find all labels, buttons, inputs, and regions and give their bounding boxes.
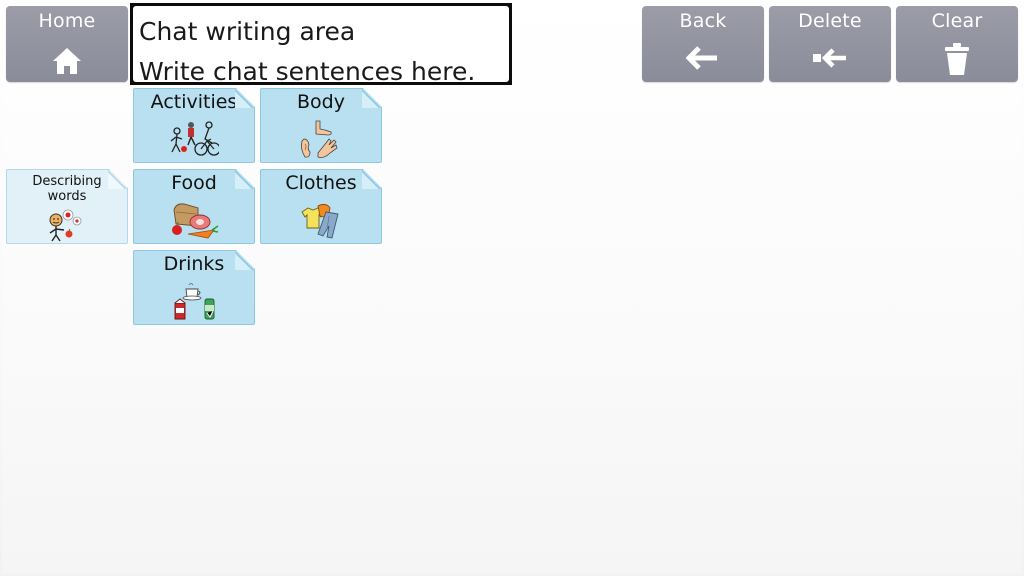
home-button[interactable]: Home xyxy=(6,6,128,82)
chat-text-field[interactable]: Chat writing area Write chat sentences h… xyxy=(133,6,509,82)
activities-icon xyxy=(134,119,254,159)
describing-words-icon xyxy=(7,208,127,242)
category-clothes[interactable]: Clothes xyxy=(260,169,382,244)
arrow-left-icon xyxy=(642,46,764,70)
category-describing-words[interactable]: Describing words xyxy=(6,169,128,244)
food-icon xyxy=(134,200,254,240)
chat-line-1: Chat writing area xyxy=(139,17,356,46)
body-parts-icon xyxy=(261,119,381,159)
clear-button[interactable]: Clear xyxy=(896,6,1018,82)
delete-button[interactable]: Delete xyxy=(769,6,891,82)
clothes-icon xyxy=(261,200,381,240)
back-button-label: Back xyxy=(679,10,727,32)
back-button[interactable]: Back xyxy=(642,6,764,82)
category-body[interactable]: Body xyxy=(260,88,382,163)
category-activities[interactable]: Activities xyxy=(133,88,255,163)
category-drinks[interactable]: Drinks xyxy=(133,250,255,325)
chat-line-2: Write chat sentences here. xyxy=(139,57,476,82)
drinks-icon xyxy=(134,281,254,321)
category-food[interactable]: Food xyxy=(133,169,255,244)
delete-button-label: Delete xyxy=(798,10,862,32)
trash-icon xyxy=(896,42,1018,76)
clear-button-label: Clear xyxy=(931,10,983,32)
chat-writing-area[interactable]: Chat writing area Write chat sentences h… xyxy=(130,3,512,85)
home-button-label: Home xyxy=(38,10,96,32)
backspace-icon xyxy=(769,46,891,70)
home-icon xyxy=(6,46,128,76)
